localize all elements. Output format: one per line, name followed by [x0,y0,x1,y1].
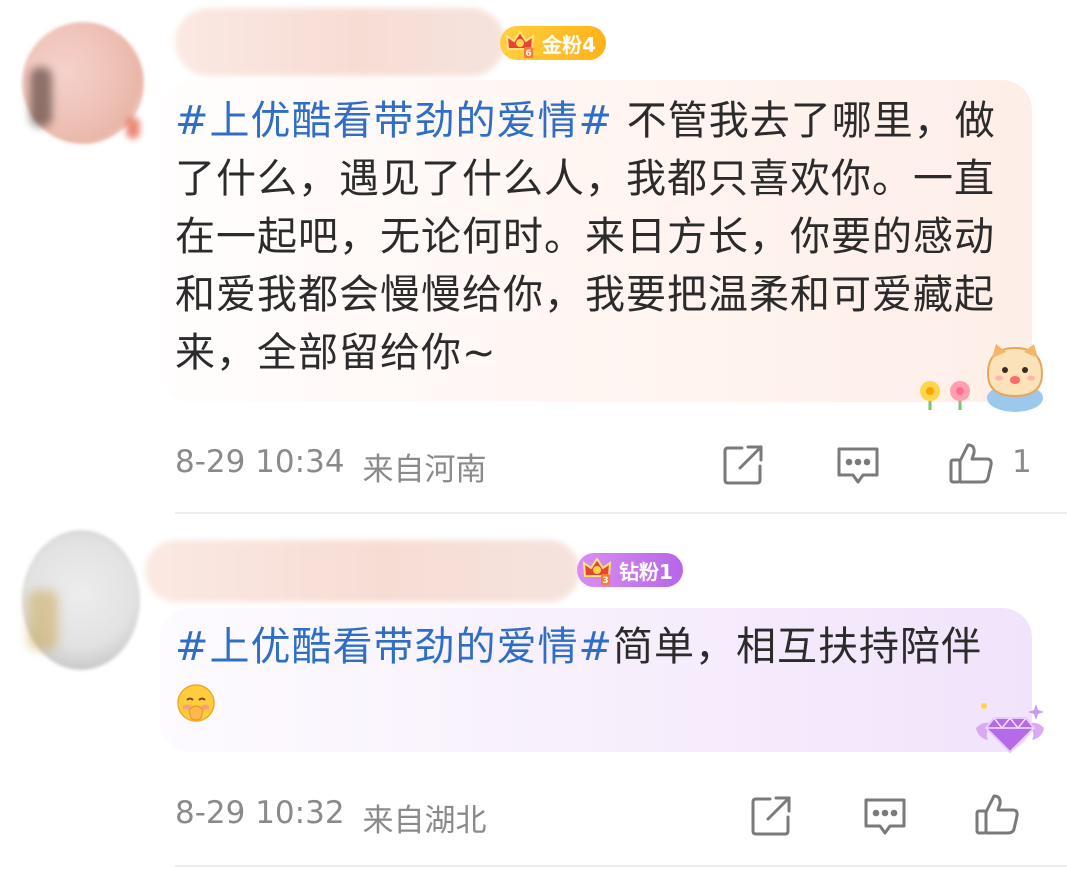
comment-bubble-icon[interactable] [835,442,881,488]
comment-bubble-icon[interactable] [862,793,908,839]
fan-badge-label: 钻粉1 [619,559,673,584]
like-count: 1 [1012,444,1032,480]
comment-meta: 8-29 10:34 来自河南 [175,444,487,489]
comment-text: #上优酷看带劲的爱情# 不管我去了哪里，做了什么，遇见了什么人，我都只喜欢你。一… [175,92,1020,382]
comment-meta: 8-29 10:32 来自湖北 [175,795,487,840]
topic-link[interactable]: #上优酷看带劲的爱情# [175,624,613,670]
crown-icon: 6 [505,30,535,59]
svg-text:6: 6 [525,49,531,59]
crown-icon: 3 [582,557,612,586]
share-box-icon[interactable] [720,442,766,488]
comment-location: 来自湖北 [362,803,487,839]
fan-badge[interactable]: 6 金粉4 [500,26,606,60]
fan-badge[interactable]: 3 钻粉1 [577,553,683,587]
comment-item: 6 金粉4 #上优酷看带劲的爱情# 不管我去了哪里，做了什么，遇见了什么人，我都… [0,0,1067,515]
comment-location: 来自河南 [362,452,487,488]
thumbs-up-icon[interactable] [974,791,1020,837]
comment-text: #上优酷看带劲的爱情#简单，相互扶持陪伴 [175,618,1020,734]
shy-face-emoji [177,684,215,722]
svg-text:3: 3 [602,576,608,586]
avatar[interactable] [22,530,140,670]
comment-item: 3 钻粉1 #上优酷看带劲的爱情#简单，相互扶持陪伴 8-29 10:32 来自… [0,520,1067,869]
divider [175,865,1067,867]
avatar[interactable] [22,22,144,144]
divider [175,512,1067,514]
topic-link[interactable]: #上优酷看带劲的爱情# [175,98,613,144]
comment-time: 8-29 10:34 [175,444,345,480]
comment-time: 8-29 10:32 [175,795,345,831]
flowers-icon [920,381,970,410]
comment-body: 简单，相互扶持陪伴 [613,624,983,670]
thumbs-up-icon[interactable] [948,440,994,486]
fan-badge-label: 金粉4 [542,32,596,57]
username-blurred[interactable] [175,8,505,76]
username-blurred[interactable] [145,540,580,602]
share-box-icon[interactable] [748,793,794,839]
